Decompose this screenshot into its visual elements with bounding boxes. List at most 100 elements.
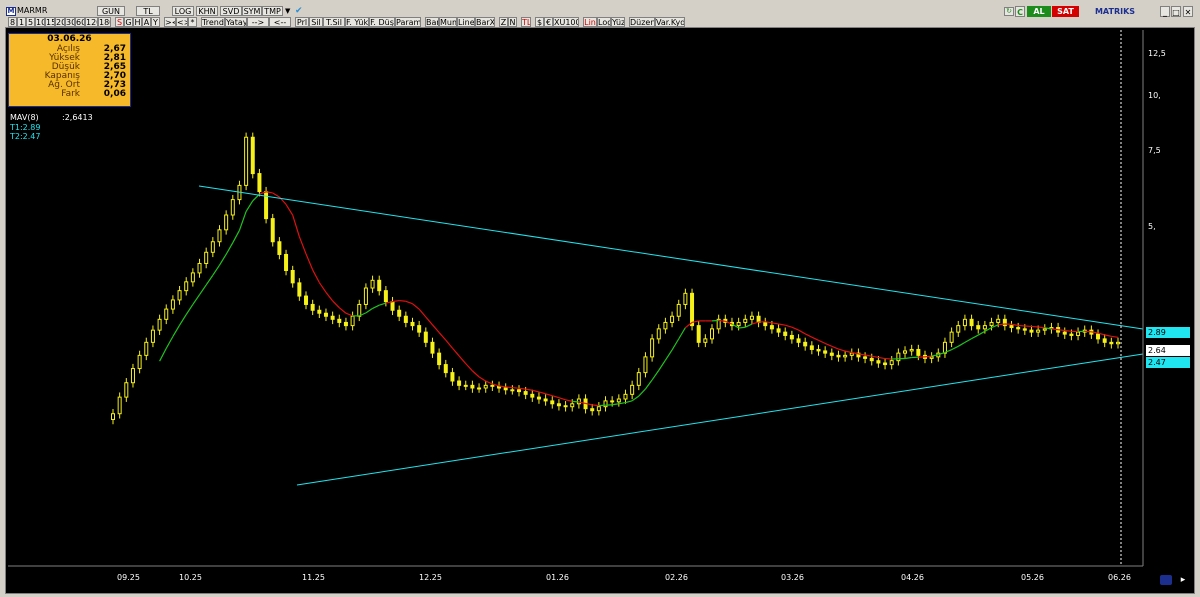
candle	[210, 241, 215, 253]
candle	[543, 398, 548, 402]
candle	[417, 325, 422, 333]
mav-segment	[212, 264, 220, 276]
mav-segment	[1051, 328, 1059, 331]
candle	[137, 354, 142, 370]
candle	[157, 318, 162, 331]
candle	[816, 348, 821, 352]
mav-segment	[771, 322, 779, 325]
mav-segment	[924, 355, 932, 358]
candle	[510, 389, 515, 392]
candle	[1009, 325, 1014, 329]
candle	[403, 315, 408, 323]
candle	[304, 295, 309, 305]
mav-segment	[538, 391, 546, 395]
candle	[590, 408, 595, 412]
mav-segment	[878, 356, 886, 360]
mav-segment	[1064, 329, 1072, 332]
candle	[503, 387, 508, 391]
mav-segment	[205, 274, 214, 286]
mav-segment	[285, 204, 294, 216]
candle	[277, 241, 282, 255]
mav-segment	[298, 236, 307, 255]
mav-segment	[565, 399, 573, 402]
y-tick: 5,	[1148, 222, 1156, 231]
candle	[463, 384, 468, 387]
candle	[976, 325, 981, 330]
mav-segment	[525, 388, 533, 391]
candle	[616, 398, 621, 403]
mav-segment	[445, 339, 453, 349]
candle	[410, 321, 415, 327]
candle	[1096, 333, 1101, 340]
candle	[849, 352, 854, 356]
mav-segment	[738, 326, 746, 329]
candle	[490, 384, 495, 387]
candle	[397, 309, 402, 317]
candle	[949, 331, 954, 343]
mav-segment	[638, 388, 646, 397]
candle	[883, 362, 888, 366]
candle	[903, 350, 908, 354]
mav-segment	[518, 387, 526, 390]
mav-segment	[1058, 329, 1065, 332]
mav-segment	[179, 314, 187, 326]
mav-segment	[751, 321, 759, 325]
candle	[836, 354, 841, 358]
mav-segment	[804, 333, 813, 338]
candle	[743, 318, 748, 323]
mav-segment	[671, 338, 680, 351]
mav-segment	[631, 395, 640, 402]
mav-segment	[951, 345, 959, 351]
mav-segment	[451, 347, 460, 357]
expand-icon[interactable]: ▸	[1176, 575, 1190, 585]
mav-segment	[1018, 324, 1025, 327]
mav-segment	[332, 300, 340, 309]
candle	[556, 403, 561, 407]
support-trendline	[296, 353, 1144, 486]
mav-segment	[824, 342, 833, 347]
mav-label: MAV(8)	[10, 113, 39, 122]
candle	[1036, 329, 1041, 333]
candle	[310, 303, 315, 311]
mav-segment	[312, 269, 320, 283]
candle	[956, 325, 961, 333]
mav-segment	[745, 323, 753, 328]
mav-segment	[785, 324, 793, 328]
mav-segment	[811, 336, 819, 341]
candle	[516, 389, 521, 393]
candle	[230, 199, 235, 216]
mav-segment	[172, 324, 181, 337]
mav-segment	[392, 299, 400, 303]
x-tick: 11.25	[302, 573, 325, 582]
candle	[876, 360, 881, 364]
candle	[244, 136, 249, 186]
candle	[383, 290, 388, 303]
candle	[550, 400, 555, 405]
mav-segment	[977, 330, 986, 336]
candle	[676, 303, 681, 317]
mav-segment	[425, 316, 433, 326]
candle	[117, 396, 122, 415]
mav-segment	[664, 349, 673, 361]
mav-segment	[651, 370, 660, 381]
mav-segment	[592, 404, 599, 407]
candle	[177, 290, 182, 301]
mav-segment	[345, 312, 353, 317]
candle	[650, 338, 655, 358]
candle	[796, 338, 801, 343]
scroll-home-icon[interactable]	[1160, 575, 1172, 585]
mav-value: :2,6413	[62, 113, 93, 122]
mav-segment	[625, 400, 633, 404]
candle	[390, 301, 395, 311]
mav-segment	[1111, 335, 1119, 338]
candle	[909, 348, 914, 352]
mav-segment	[572, 400, 579, 403]
mav-segment	[558, 397, 566, 401]
candle	[224, 214, 229, 231]
candle	[370, 279, 375, 289]
candle	[696, 325, 701, 343]
candle	[250, 136, 255, 175]
candle	[437, 352, 442, 366]
candle	[863, 356, 868, 359]
current-price-tag: 2.64	[1146, 345, 1190, 356]
